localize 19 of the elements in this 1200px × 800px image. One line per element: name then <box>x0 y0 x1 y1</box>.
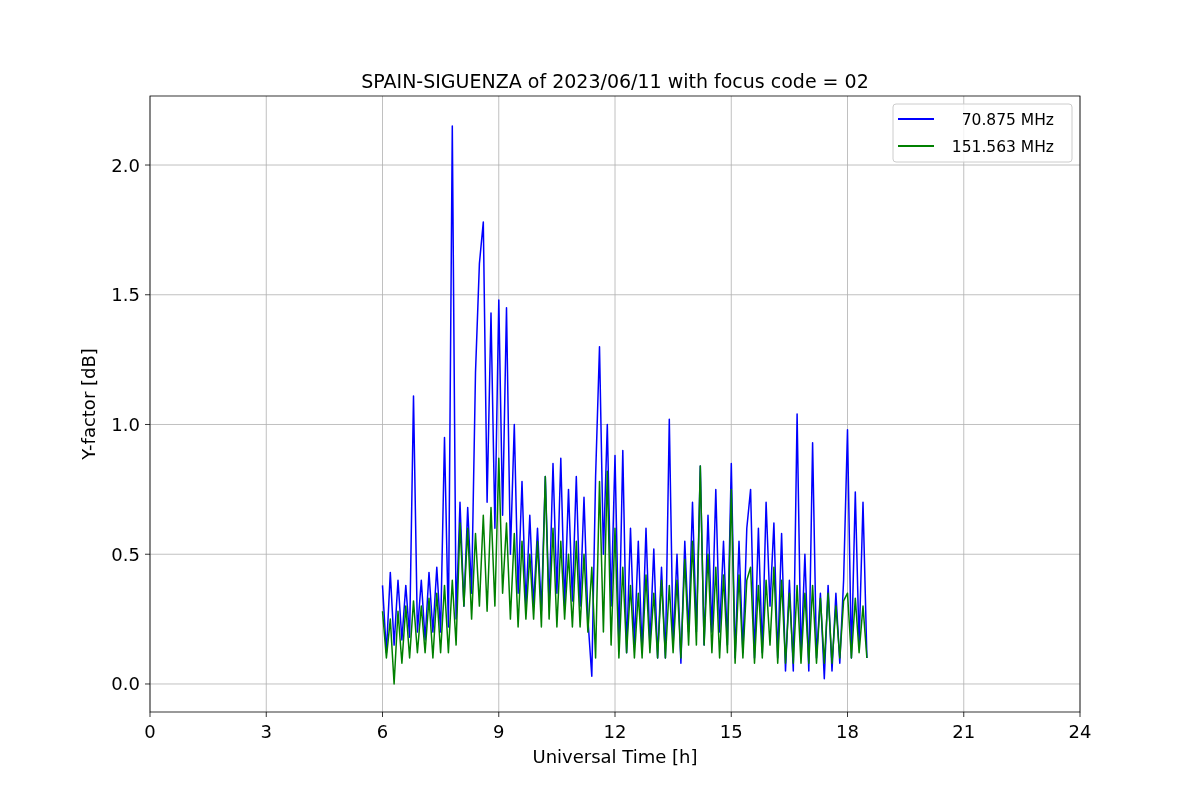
tick-label: 12 <box>603 721 627 742</box>
tick-label: 6 <box>376 721 389 742</box>
tick-label: 21 <box>952 721 976 742</box>
tick-label: 2.0 <box>111 154 140 176</box>
tick-label: 0.5 <box>111 543 140 565</box>
legend-label: 151.563 MHz <box>951 138 1054 156</box>
tick-label: 9 <box>493 721 505 742</box>
chart-title: SPAIN-SIGUENZA of 2023/06/11 with focus code = 02 <box>361 70 869 92</box>
tick-label: 24 <box>1068 721 1092 742</box>
x-axis-label: Universal Time [h] <box>532 746 698 767</box>
tick-label: 0.0 <box>111 673 140 695</box>
y-axis-label: Y-factor [dB] <box>78 348 99 460</box>
tick-label: 18 <box>836 721 859 742</box>
tick-label: 1.5 <box>111 284 140 306</box>
tick-label: 1.0 <box>111 414 140 435</box>
tick-label: 3 <box>260 721 272 742</box>
tick-label: 15 <box>719 721 743 742</box>
legend-label: 70.875 MHz <box>961 111 1054 129</box>
tick-label: 0 <box>144 721 156 742</box>
